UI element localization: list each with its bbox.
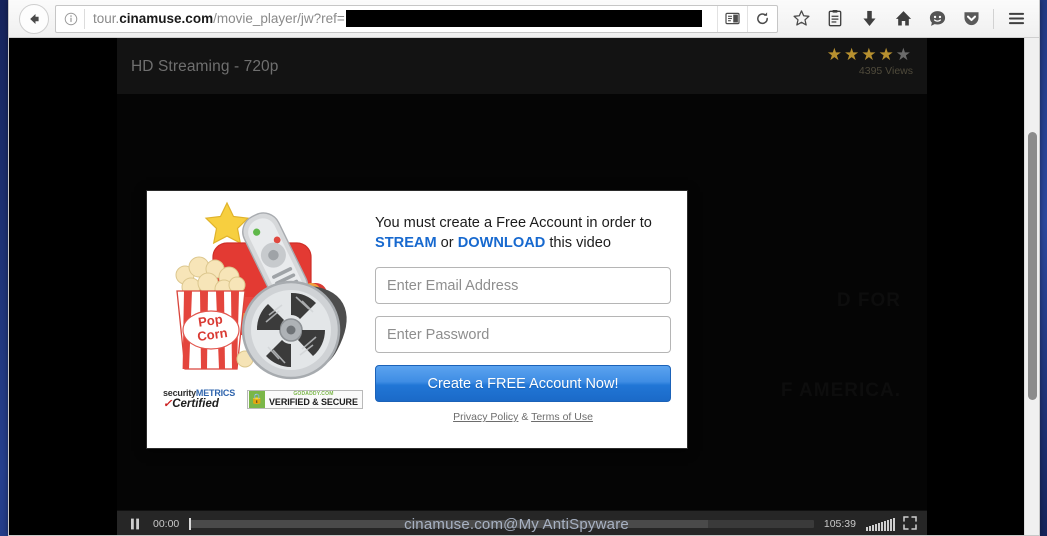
page-viewport: HD Streaming - 720p ★★★★★ 4395 Views D F… xyxy=(9,38,1024,535)
heading-text-1: You must create a Free Account in order … xyxy=(375,215,652,231)
godaddy-verified-label: VERIFIED & SECURE xyxy=(269,396,358,407)
legal-separator: & xyxy=(518,411,532,423)
vertical-scrollbar[interactable] xyxy=(1024,38,1039,535)
reload-icon xyxy=(757,12,768,25)
url-bar[interactable]: tour. cinamuse.com/movie_player/jw?ref= xyxy=(55,4,778,33)
heading-or: or xyxy=(436,235,458,251)
url-host: cinamuse.com xyxy=(119,11,214,26)
star-rating[interactable]: ★★★★★ xyxy=(827,46,913,63)
site-identity-box[interactable] xyxy=(56,8,85,29)
modal-form-pane: You must create a Free Account in order … xyxy=(375,191,687,448)
scrollbar-thumb[interactable] xyxy=(1028,132,1037,400)
info-icon xyxy=(64,12,78,25)
browser-window: tour.cinamuse.com/movie_player/jw?ref= xyxy=(8,0,1040,536)
securitymetrics-badge: securityMETRICS ✓Certified xyxy=(163,387,236,411)
page-watermark: cinamuse.com@My AntiSpyware xyxy=(404,516,629,533)
godaddy-domain-label: GODADDY.COM xyxy=(293,390,334,397)
url-path: /movie_player/jw?ref= xyxy=(213,11,345,26)
player-topbar: HD Streaming - 720p ★★★★★ 4395 Views xyxy=(117,38,927,94)
video-title: HD Streaming - 720p xyxy=(131,58,279,75)
password-field[interactable] xyxy=(375,316,671,353)
godaddy-badge: 🔒 GODADDY.COM VERIFIED & SECURE xyxy=(247,389,363,409)
rating-block: ★★★★★ 4395 Views xyxy=(827,38,927,77)
reader-view-icon xyxy=(725,12,740,25)
library-icon xyxy=(828,9,842,27)
hamburger-menu-icon xyxy=(1008,12,1024,25)
star-3-icon: ★ xyxy=(861,45,879,64)
desktop-background: tour.cinamuse.com/movie_player/jw?ref= xyxy=(0,0,1047,536)
reload-button[interactable] xyxy=(747,5,777,32)
hamburger-menu-button[interactable] xyxy=(999,4,1033,34)
home-button[interactable] xyxy=(886,4,920,34)
reader-view-button[interactable] xyxy=(717,5,747,32)
privacy-policy-link[interactable]: Privacy Policy xyxy=(453,411,518,423)
securitymetrics-word-metrics: METRICS xyxy=(195,387,236,398)
modal-heading: You must create a Free Account in order … xyxy=(375,213,671,253)
home-icon xyxy=(895,11,911,26)
signup-modal[interactable]: Pop Corn securityMETRICS ✓Certified 🔒 GO… xyxy=(146,190,688,449)
sync-smiley-icon xyxy=(929,11,945,26)
create-free-account-button[interactable]: Create a FREE Account Now! xyxy=(375,365,671,402)
modal-legal-links: Privacy Policy & Terms of Use xyxy=(375,411,671,423)
email-field[interactable] xyxy=(375,267,671,304)
sync-account-button[interactable] xyxy=(920,4,954,34)
star-2-icon: ★ xyxy=(844,45,862,64)
popcorn-armchair-filmreel-icon: Pop Corn xyxy=(175,201,347,380)
back-button[interactable] xyxy=(19,3,49,34)
library-button[interactable] xyxy=(818,4,852,34)
toolbar-divider xyxy=(993,8,994,29)
url-redaction-bar xyxy=(345,10,702,27)
views-count: 4395 Views xyxy=(858,65,913,77)
video-bg-line-2: F AMERICA. xyxy=(780,380,901,401)
star-4-icon: ★ xyxy=(878,45,896,64)
downloads-icon xyxy=(862,10,876,27)
content-area: HD Streaming - 720p ★★★★★ 4395 Views D F… xyxy=(9,38,1039,535)
downloads-button[interactable] xyxy=(852,4,886,34)
heading-text-2: this video xyxy=(545,235,611,251)
back-arrow-icon xyxy=(30,13,39,24)
check-icon: ✓ xyxy=(163,397,173,410)
browser-toolbar: tour. cinamuse.com/movie_player/jw?ref= xyxy=(9,0,1039,38)
heading-stream: STREAM xyxy=(375,235,437,251)
bookmark-star-icon xyxy=(792,10,810,26)
modal-illustration-pane: Pop Corn securityMETRICS ✓Certified 🔒 GO… xyxy=(147,191,375,448)
url-text[interactable]: tour. cinamuse.com/movie_player/jw?ref= xyxy=(85,10,717,27)
terms-of-use-link[interactable]: Terms of Use xyxy=(531,411,593,423)
video-bg-line-1: D FOR xyxy=(836,290,901,311)
pocket-button[interactable] xyxy=(954,4,988,34)
heading-download: DOWNLOAD xyxy=(457,235,546,251)
trust-badges: securityMETRICS ✓Certified 🔒 GODADDY.COM xyxy=(163,387,363,411)
url-subdomain: tour. xyxy=(93,11,120,26)
securitymetrics-word-security: security xyxy=(163,387,196,398)
star-5-icon: ★ xyxy=(895,45,913,64)
securitymetrics-certified-label: Certified xyxy=(172,397,219,410)
star-1-icon: ★ xyxy=(826,45,844,64)
bookmark-star-button[interactable] xyxy=(784,4,818,34)
godaddy-lock-icon: 🔒 xyxy=(249,390,266,408)
pocket-shield-icon xyxy=(963,12,979,26)
